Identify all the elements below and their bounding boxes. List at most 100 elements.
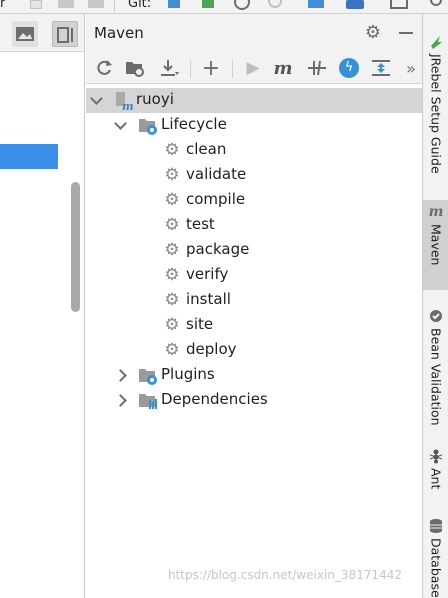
goal-label: clean	[186, 140, 227, 158]
chevron-down-icon[interactable]	[114, 118, 126, 130]
gear-icon: ⚙	[164, 140, 180, 160]
tab-label: Database	[428, 538, 444, 598]
right-tool-strip: JRebel Setup Guide m Maven Bean Validati…	[422, 14, 448, 598]
gear-icon: ⚙	[164, 190, 180, 210]
gear-icon: ⚙	[164, 265, 180, 285]
image-icon	[16, 27, 34, 41]
tab-database[interactable]: Database	[423, 514, 448, 598]
bean-validation-icon	[428, 308, 444, 324]
maven-toolbar: + ▶ m ϟ »	[86, 52, 422, 84]
download-icon[interactable]	[156, 55, 182, 81]
selected-line-highlight	[0, 144, 58, 169]
tab-jrebel-setup-guide[interactable]: JRebel Setup Guide	[423, 30, 448, 190]
svg-text:m: m	[122, 100, 133, 111]
search-everywhere-icon[interactable]	[346, 0, 364, 9]
lifecycle-folder-icon	[138, 116, 157, 135]
maven-icon: m	[428, 204, 444, 220]
structure-icon[interactable]	[308, 0, 324, 8]
image-preview-button[interactable]	[12, 21, 38, 47]
separator	[114, 0, 115, 12]
ant-icon	[428, 448, 444, 464]
maven-project-tree: m ruoyi Lifecycle ⚙ clean ⚙ validate ⚙ c…	[86, 86, 422, 598]
lifecycle-label: Lifecycle	[161, 115, 227, 133]
database-icon	[428, 518, 444, 534]
tree-goal-row[interactable]: ⚙ package	[86, 238, 422, 263]
goal-label: test	[186, 215, 215, 233]
watermark-text: https://blog.csdn.net/weixin_38171442	[168, 568, 403, 582]
tree-lifecycle-row[interactable]: Lifecycle	[86, 113, 422, 138]
tree-goal-row[interactable]: ⚙ compile	[86, 188, 422, 213]
tab-label: Maven	[428, 224, 444, 266]
generate-sources-icon[interactable]	[122, 55, 148, 81]
tab-maven[interactable]: m Maven	[423, 200, 448, 290]
chevron-right-icon[interactable]	[116, 393, 128, 405]
show-diagram-icon[interactable]	[368, 55, 394, 81]
split-view-button[interactable]	[52, 21, 78, 47]
git-update-icon[interactable]	[168, 0, 180, 8]
plugins-folder-icon	[138, 366, 157, 385]
tree-goal-row[interactable]: ⚙ install	[86, 288, 422, 313]
git-commit-icon[interactable]	[202, 0, 214, 8]
maven-module-icon: m	[115, 91, 134, 113]
tree-project-row[interactable]: m ruoyi	[86, 88, 422, 113]
stop-icon[interactable]	[88, 0, 104, 8]
stop-icon[interactable]	[58, 0, 74, 8]
reload-icon[interactable]	[91, 55, 117, 81]
dependencies-folder-icon	[138, 391, 157, 409]
tab-label: Ant	[428, 468, 444, 490]
project-label: ruoyi	[136, 90, 174, 108]
tab-ant[interactable]: Ant	[423, 444, 448, 504]
jrebel-icon	[428, 34, 444, 50]
skip-tests-icon[interactable]: ϟ	[336, 55, 362, 81]
tree-goal-row[interactable]: ⚙ clean	[86, 138, 422, 163]
gear-icon: ⚙	[164, 240, 180, 260]
toggle-offline-icon[interactable]	[304, 55, 330, 81]
maven-header: Maven ⚙	[86, 14, 422, 52]
editor-panel	[0, 14, 85, 598]
run-icon[interactable]: ▶	[240, 55, 266, 81]
minimize-icon[interactable]	[397, 23, 415, 43]
gear-icon: ⚙	[164, 315, 180, 335]
git-label: Git:	[128, 0, 152, 11]
separator	[190, 60, 191, 78]
tree-goal-row[interactable]: ⚙ site	[86, 313, 422, 338]
maven-title: Maven	[94, 24, 144, 42]
goal-label: install	[186, 290, 231, 308]
chevron-right-icon[interactable]	[116, 368, 128, 380]
tab-label: JRebel Setup Guide	[428, 54, 444, 174]
tree-goal-row[interactable]: ⚙ verify	[86, 263, 422, 288]
tree-goal-row[interactable]: ⚙ test	[86, 213, 422, 238]
more-icon[interactable]: »	[398, 55, 424, 81]
split-vertical-icon	[57, 27, 73, 43]
presentation-icon[interactable]	[390, 0, 408, 9]
tree-dependencies-row[interactable]: Dependencies	[86, 388, 422, 413]
goal-label: package	[186, 240, 250, 258]
history-icon[interactable]	[234, 0, 250, 10]
tree-plugins-row[interactable]: Plugins	[86, 363, 422, 388]
gear-icon: ⚙	[164, 340, 180, 360]
dropdown-fragment[interactable]: r	[0, 0, 5, 11]
gear-icon: ⚙	[164, 215, 180, 235]
tree-goal-row[interactable]: ⚙ validate	[86, 163, 422, 188]
tab-bean-validation[interactable]: Bean Validation	[423, 304, 448, 434]
execute-goal-icon[interactable]: m	[270, 55, 296, 81]
search-icon[interactable]	[430, 0, 442, 6]
tab-label: Bean Validation	[428, 328, 444, 426]
chevron-down-icon[interactable]	[90, 93, 102, 105]
tree-goal-row[interactable]: ⚙ deploy	[86, 338, 422, 363]
maven-tool-window: Maven ⚙ + ▶ m ϟ » m ruoyi Lifecycle ⚙ cl…	[86, 14, 422, 598]
plugins-label: Plugins	[161, 365, 215, 383]
goal-label: compile	[186, 190, 246, 208]
editor-toolbar	[0, 14, 84, 52]
top-toolbar: r Git:	[0, 0, 448, 14]
dependencies-label: Dependencies	[161, 390, 268, 408]
gear-icon: ⚙	[164, 290, 180, 310]
separator	[232, 60, 233, 78]
goal-label: verify	[186, 265, 229, 283]
add-icon[interactable]: +	[198, 55, 224, 81]
settings-gear-icon[interactable]: ⚙	[363, 23, 383, 43]
rollback-icon[interactable]	[268, 0, 282, 8]
goal-label: site	[186, 315, 214, 333]
vertical-scrollbar[interactable]	[71, 182, 80, 312]
chevron-down-icon[interactable]	[30, 0, 42, 9]
